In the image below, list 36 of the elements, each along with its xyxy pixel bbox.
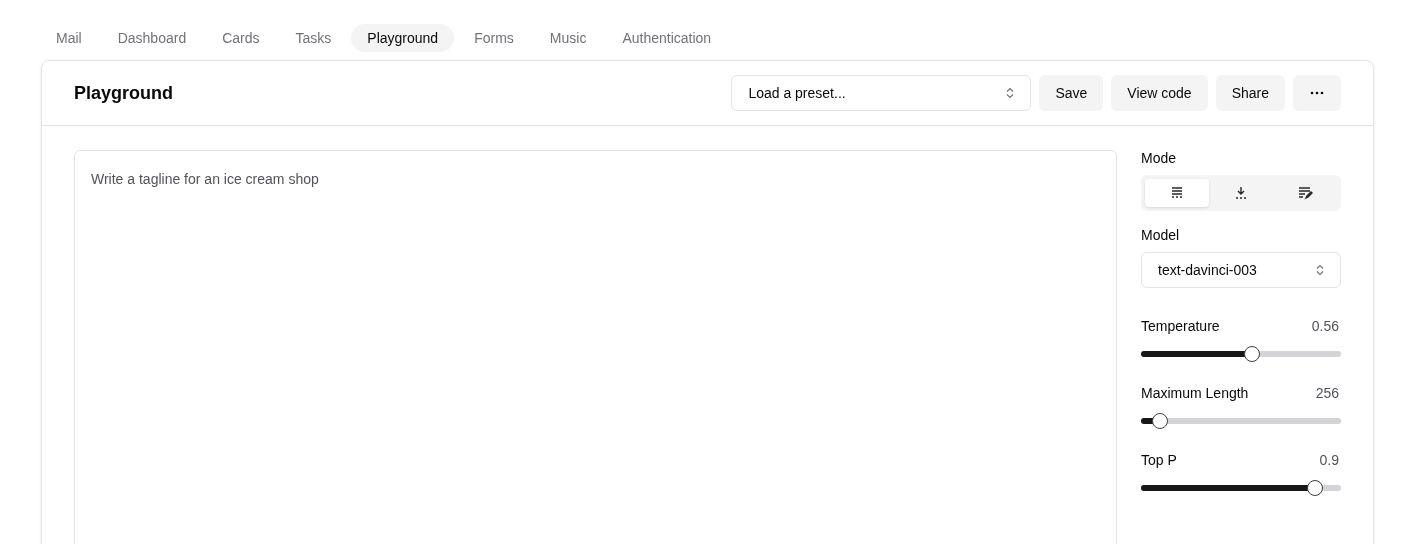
slider[interactable] bbox=[1141, 346, 1341, 362]
chevron-up-down-icon bbox=[1006, 87, 1015, 99]
toolbar-button[interactable]: View code bbox=[1111, 75, 1208, 111]
slider-thumb[interactable] bbox=[1152, 413, 1169, 429]
slider-value: 256 bbox=[1315, 384, 1340, 403]
slider[interactable] bbox=[1141, 413, 1341, 429]
model-select[interactable]: text-davinci-003 bbox=[1141, 252, 1341, 288]
slider-label: Maximum Length bbox=[1141, 384, 1249, 403]
slider-label: Temperature bbox=[1141, 317, 1220, 336]
toolbar-button[interactable]: Share bbox=[1215, 75, 1285, 111]
mode-tab[interactable] bbox=[1145, 179, 1209, 207]
slider[interactable] bbox=[1141, 480, 1341, 496]
preset-select[interactable]: Load a preset... bbox=[731, 75, 1032, 111]
chevron-up-down-icon bbox=[1316, 264, 1324, 276]
page-title: Playground bbox=[74, 81, 173, 105]
nav-tab[interactable]: Forms bbox=[458, 24, 530, 52]
nav-tab[interactable]: Tasks bbox=[279, 24, 348, 52]
nav-tab[interactable]: Dashboard bbox=[101, 24, 203, 52]
slider-thumb[interactable] bbox=[1244, 346, 1261, 362]
prompt-field[interactable]: Write a tagline for an ice cream shop bbox=[74, 150, 1117, 544]
slider-thumb[interactable] bbox=[1306, 480, 1323, 496]
slider-label: Top P bbox=[1141, 451, 1177, 470]
mode-label: Mode bbox=[1141, 149, 1178, 168]
nav-tab[interactable]: Cards bbox=[206, 24, 276, 52]
nav-tab[interactable]: Authentication bbox=[606, 24, 728, 52]
slider-value: 0.56 bbox=[1311, 317, 1340, 336]
more-icon bbox=[1310, 91, 1324, 95]
text-lines-icon bbox=[1169, 185, 1185, 201]
model-label: Model bbox=[1141, 226, 1181, 245]
nav-tab[interactable]: Music bbox=[533, 24, 603, 52]
toolbar-button[interactable]: Save bbox=[1039, 75, 1104, 111]
nav-tab[interactable]: Playground bbox=[351, 24, 455, 52]
download-icon bbox=[1233, 185, 1249, 201]
nav-tab[interactable]: Mail bbox=[40, 24, 98, 52]
slider-value: 0.9 bbox=[1319, 451, 1340, 470]
lines-pencil-icon bbox=[1297, 185, 1313, 201]
